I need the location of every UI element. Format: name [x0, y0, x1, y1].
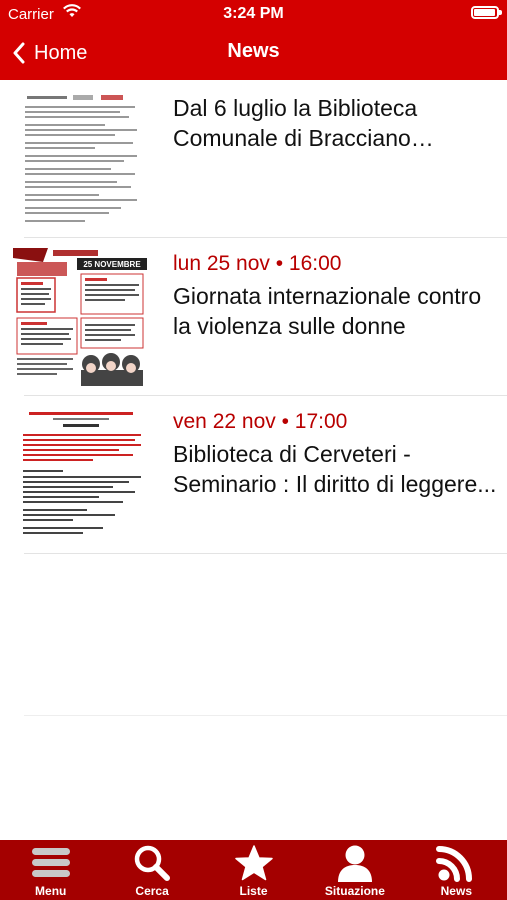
tab-label: News: [440, 884, 472, 898]
news-item[interactable]: ven 22 nov • 17:00 Biblioteca di Cervete…: [0, 396, 507, 554]
search-icon: [134, 845, 171, 881]
tab-label: Situazione: [324, 884, 385, 898]
news-thumbnail: [13, 406, 148, 544]
header: Carrier 3:24 PM Home News: [0, 0, 507, 80]
news-text: lun 25 nov • 16:00 Giornata internaziona…: [173, 251, 497, 341]
tab-cerca[interactable]: Cerca: [101, 840, 202, 900]
tab-liste[interactable]: Liste: [203, 840, 304, 900]
news-date: ven 22 nov • 17:00: [173, 410, 348, 433]
tab-menu[interactable]: Menu: [0, 840, 101, 900]
rss-icon: [436, 846, 473, 882]
divider: [24, 553, 507, 554]
page-title: News: [227, 40, 280, 62]
news-list: Dal 6 luglio la Biblioteca Comunale di B…: [0, 80, 507, 554]
news-text: Dal 6 luglio la Biblioteca Comunale di B…: [173, 93, 497, 153]
thumb-banner: 25 NOVEMBRE: [83, 260, 141, 269]
news-thumbnail: 25 NOVEMBRE: [13, 248, 148, 386]
battery-icon: [471, 6, 502, 19]
news-text: ven 22 nov • 17:00 Biblioteca di Cervete…: [173, 409, 497, 499]
divider: [24, 715, 507, 716]
navigation-bar: Home News: [0, 28, 507, 78]
clock: 3:24 PM: [223, 5, 284, 22]
tab-situazione[interactable]: Situazione: [304, 840, 405, 900]
news-thumbnail: [13, 90, 148, 228]
news-date: lun 25 nov • 16:00: [173, 252, 342, 275]
news-title: Biblioteca di Cerveteri - Seminario : Il…: [173, 441, 497, 497]
user-icon: [337, 845, 372, 882]
menu-icon: [31, 848, 70, 877]
tab-label: Cerca: [135, 884, 169, 898]
tab-bar: Menu Cerca Liste Situazione News: [0, 840, 507, 900]
tab-label: Menu: [35, 884, 67, 898]
star-icon: [234, 845, 273, 881]
news-item[interactable]: 25 NOVEMBRE lun 25 nov • 16:00 Giornata …: [0, 238, 507, 396]
tab-label: Liste: [239, 884, 268, 898]
news-item[interactable]: Dal 6 luglio la Biblioteca Comunale di B…: [0, 80, 507, 238]
news-title: Dal 6 luglio la Biblioteca Comunale di B…: [173, 95, 418, 151]
status-bar: Carrier 3:24 PM: [0, 0, 507, 28]
news-title: Giornata internazionale contro la violen…: [173, 283, 482, 339]
tab-news[interactable]: News: [406, 840, 507, 900]
